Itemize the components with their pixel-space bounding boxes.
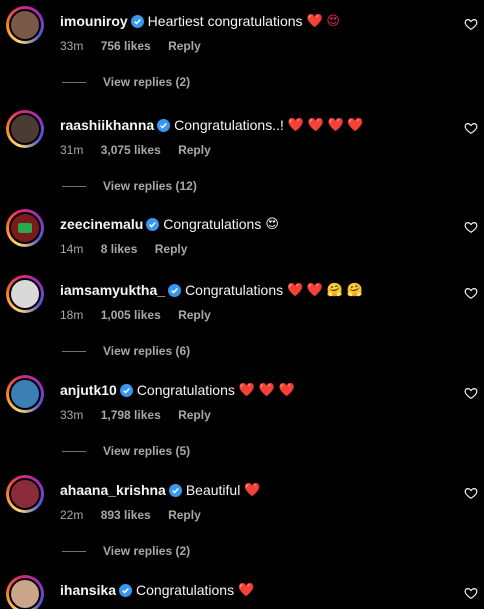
comment-text: Congratulations <box>136 382 235 398</box>
comment-text-line: imouniroy Heartiest congratulations ❤️ 😍 <box>60 13 340 29</box>
avatar[interactable] <box>6 6 44 44</box>
comment-item: raashiikhanna Congratulations..! ❤️ ❤️ ❤… <box>0 110 484 210</box>
reply-button[interactable]: Reply <box>178 308 211 322</box>
comment-item: ihansika Congratulations ❤️ <box>0 575 484 609</box>
heart-outline-icon[interactable] <box>464 286 478 300</box>
comment-item: anjutk10 Congratulations ❤️ ❤️ ❤️ 33m 1,… <box>0 375 484 475</box>
comment-item: zeecinemalu Congratulations 😍 14m 8 like… <box>0 209 484 269</box>
heart-outline-icon[interactable] <box>464 220 478 234</box>
comment-emoji: ❤️ 😍 <box>306 13 340 28</box>
view-replies-label: View replies (5) <box>103 444 191 458</box>
comment-text-line: raashiikhanna Congratulations..! ❤️ ❤️ ❤… <box>60 117 363 133</box>
heart-outline-icon[interactable] <box>464 386 478 400</box>
avatar[interactable] <box>6 375 44 413</box>
heart-outline-icon[interactable] <box>464 121 478 135</box>
username[interactable]: anjutk10 <box>60 382 117 398</box>
reply-button[interactable]: Reply <box>168 39 201 53</box>
verified-badge-icon <box>130 14 144 28</box>
view-replies-button[interactable]: View replies (2) <box>62 544 190 558</box>
comment-item: iamsamyuktha_ Congratulations ❤️ ❤️ 🤗 🤗 … <box>0 275 484 375</box>
comment-emoji: ❤️ <box>238 582 255 597</box>
comment-time: 33m <box>60 39 84 53</box>
avatar[interactable] <box>6 475 44 513</box>
comment-meta: 33m 756 likes Reply <box>60 39 215 53</box>
view-replies-label: View replies (12) <box>103 179 197 193</box>
replies-divider <box>62 185 86 187</box>
reply-button[interactable]: Reply <box>168 508 201 522</box>
channel-logo-icon <box>18 223 32 233</box>
comment-time: 33m <box>60 408 84 422</box>
view-replies-label: View replies (6) <box>103 344 191 358</box>
heart-outline-icon[interactable] <box>464 586 478 600</box>
comment-time: 22m <box>60 508 84 522</box>
reply-button[interactable]: Reply <box>178 143 211 157</box>
reply-button[interactable]: Reply <box>155 242 188 256</box>
verified-badge-icon <box>119 583 133 597</box>
avatar[interactable] <box>6 275 44 313</box>
comment-text: Congratulations <box>185 282 284 298</box>
username[interactable]: ahaana_krishna <box>60 482 166 498</box>
likes-count[interactable]: 3,075 likes <box>101 143 161 157</box>
comment-time: 18m <box>60 308 84 322</box>
comment-emoji: ❤️ <box>244 482 261 497</box>
comment-meta: 33m 1,798 likes Reply <box>60 408 225 422</box>
verified-badge-icon <box>157 118 171 132</box>
view-replies-button[interactable]: View replies (6) <box>62 344 190 358</box>
verified-badge-icon <box>119 383 133 397</box>
comment-item: imouniroy Heartiest congratulations ❤️ 😍… <box>0 6 484 106</box>
view-replies-label: View replies (2) <box>103 75 191 89</box>
username[interactable]: iamsamyuktha_ <box>60 282 165 298</box>
likes-count[interactable]: 1,798 likes <box>101 408 161 422</box>
view-replies-button[interactable]: View replies (2) <box>62 75 190 89</box>
reply-button[interactable]: Reply <box>178 408 211 422</box>
comment-emoji: ❤️ ❤️ ❤️ ❤️ <box>287 117 364 132</box>
replies-divider <box>62 350 86 352</box>
comment-text-line: iamsamyuktha_ Congratulations ❤️ ❤️ 🤗 🤗 <box>60 282 363 298</box>
avatar[interactable] <box>6 575 44 609</box>
likes-count[interactable]: 8 likes <box>101 242 138 256</box>
comment-text: Beautiful <box>185 482 241 498</box>
comment-text: Congratulations <box>136 582 235 598</box>
comment-meta: 31m 3,075 likes Reply <box>60 143 225 157</box>
comment-text-line: ihansika Congratulations ❤️ <box>60 582 254 598</box>
comment-emoji: ❤️ ❤️ ❤️ <box>238 382 295 397</box>
heart-outline-icon[interactable] <box>464 17 478 31</box>
comment-text-line: anjutk10 Congratulations ❤️ ❤️ ❤️ <box>60 382 295 398</box>
comment-text: Congratulations..! <box>174 117 284 133</box>
likes-count[interactable]: 756 likes <box>101 39 151 53</box>
verified-badge-icon <box>168 283 182 297</box>
verified-badge-icon <box>168 483 182 497</box>
comment-meta: 22m 893 likes Reply <box>60 508 215 522</box>
comment-meta: 14m 8 likes Reply <box>60 242 201 256</box>
view-replies-button[interactable]: View replies (5) <box>62 444 190 458</box>
likes-count[interactable]: 893 likes <box>101 508 151 522</box>
comment-meta: 18m 1,005 likes Reply <box>60 308 225 322</box>
username[interactable]: ihansika <box>60 582 116 598</box>
comment-emoji: ❤️ ❤️ 🤗 🤗 <box>287 282 363 297</box>
heart-outline-icon[interactable] <box>464 486 478 500</box>
likes-count[interactable]: 1,005 likes <box>101 308 161 322</box>
comment-text-line: zeecinemalu Congratulations 😍 <box>60 216 279 232</box>
comment-emoji: 😍 <box>265 216 279 231</box>
view-replies-button[interactable]: View replies (12) <box>62 179 197 193</box>
view-replies-label: View replies (2) <box>103 544 191 558</box>
username[interactable]: zeecinemalu <box>60 216 143 232</box>
comment-text: Congratulations <box>163 216 262 232</box>
username[interactable]: imouniroy <box>60 13 128 29</box>
replies-divider <box>62 550 86 552</box>
comment-item: ahaana_krishna Beautiful ❤️ 22m 893 like… <box>0 475 484 575</box>
comment-text-line: ahaana_krishna Beautiful ❤️ <box>60 482 261 498</box>
replies-divider <box>62 450 86 452</box>
comment-time: 14m <box>60 242 84 256</box>
verified-badge-icon <box>146 217 160 231</box>
replies-divider <box>62 81 86 83</box>
avatar[interactable] <box>6 209 44 247</box>
avatar[interactable] <box>6 110 44 148</box>
comment-text: Heartiest congratulations <box>147 13 303 29</box>
comment-time: 31m <box>60 143 84 157</box>
username[interactable]: raashiikhanna <box>60 117 154 133</box>
